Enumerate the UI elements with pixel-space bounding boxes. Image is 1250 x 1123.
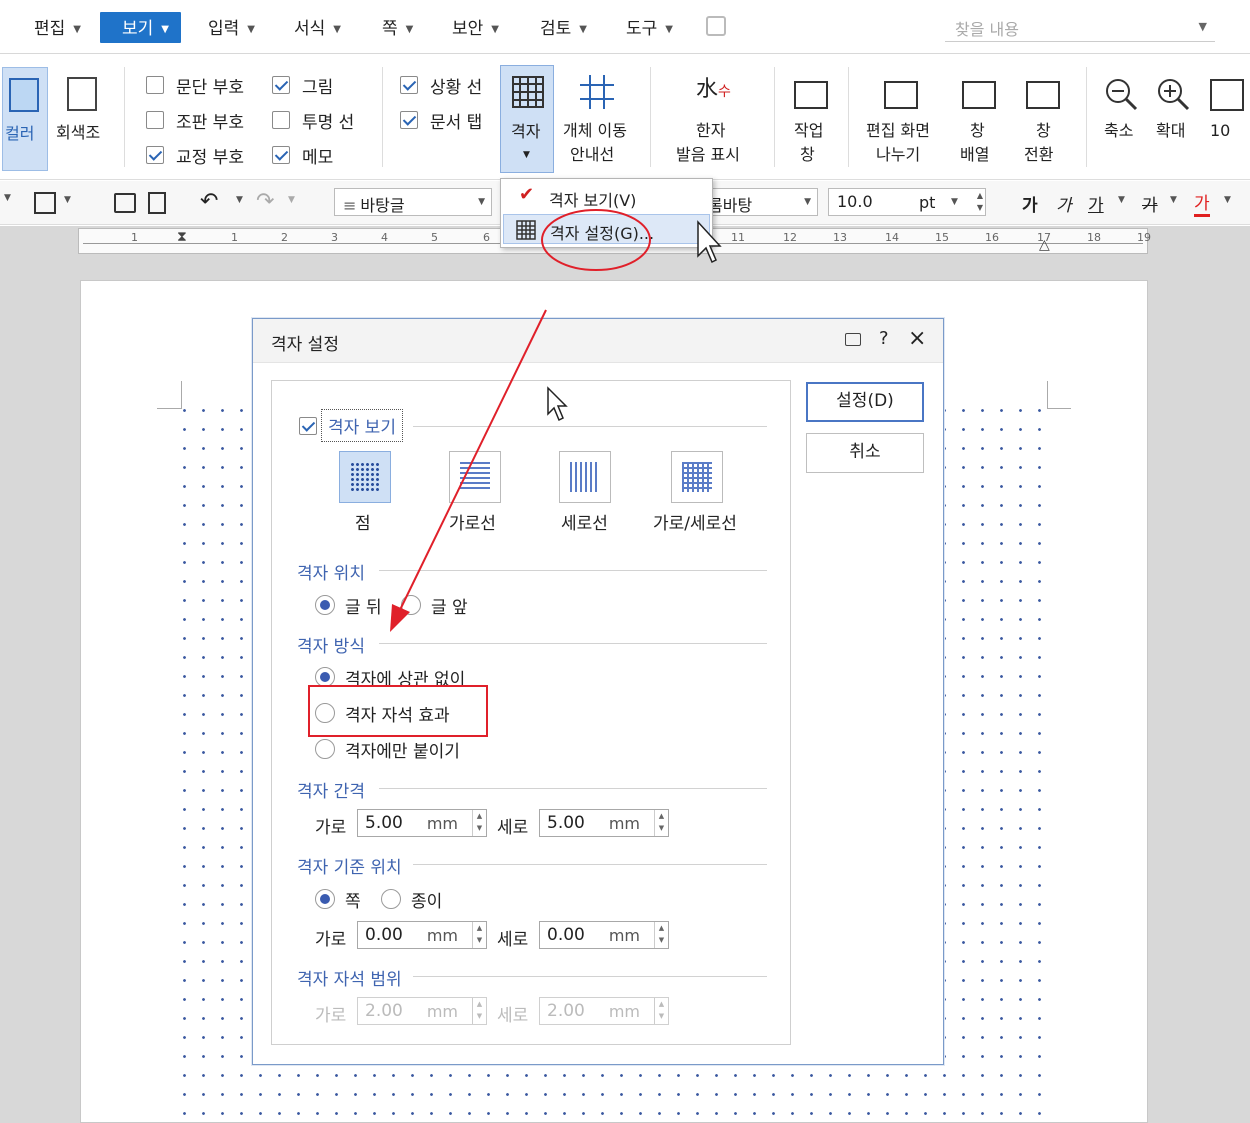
- highlight-ellipse: [541, 209, 651, 271]
- mouse-cursor-icon-2: [547, 386, 568, 422]
- annotation-arrow-line: [397, 309, 547, 615]
- annotation-overlay: [308, 209, 722, 737]
- annotation-arrowhead: [390, 604, 410, 632]
- mouse-cursor-icon: [697, 220, 722, 264]
- highlight-box: [308, 685, 488, 737]
